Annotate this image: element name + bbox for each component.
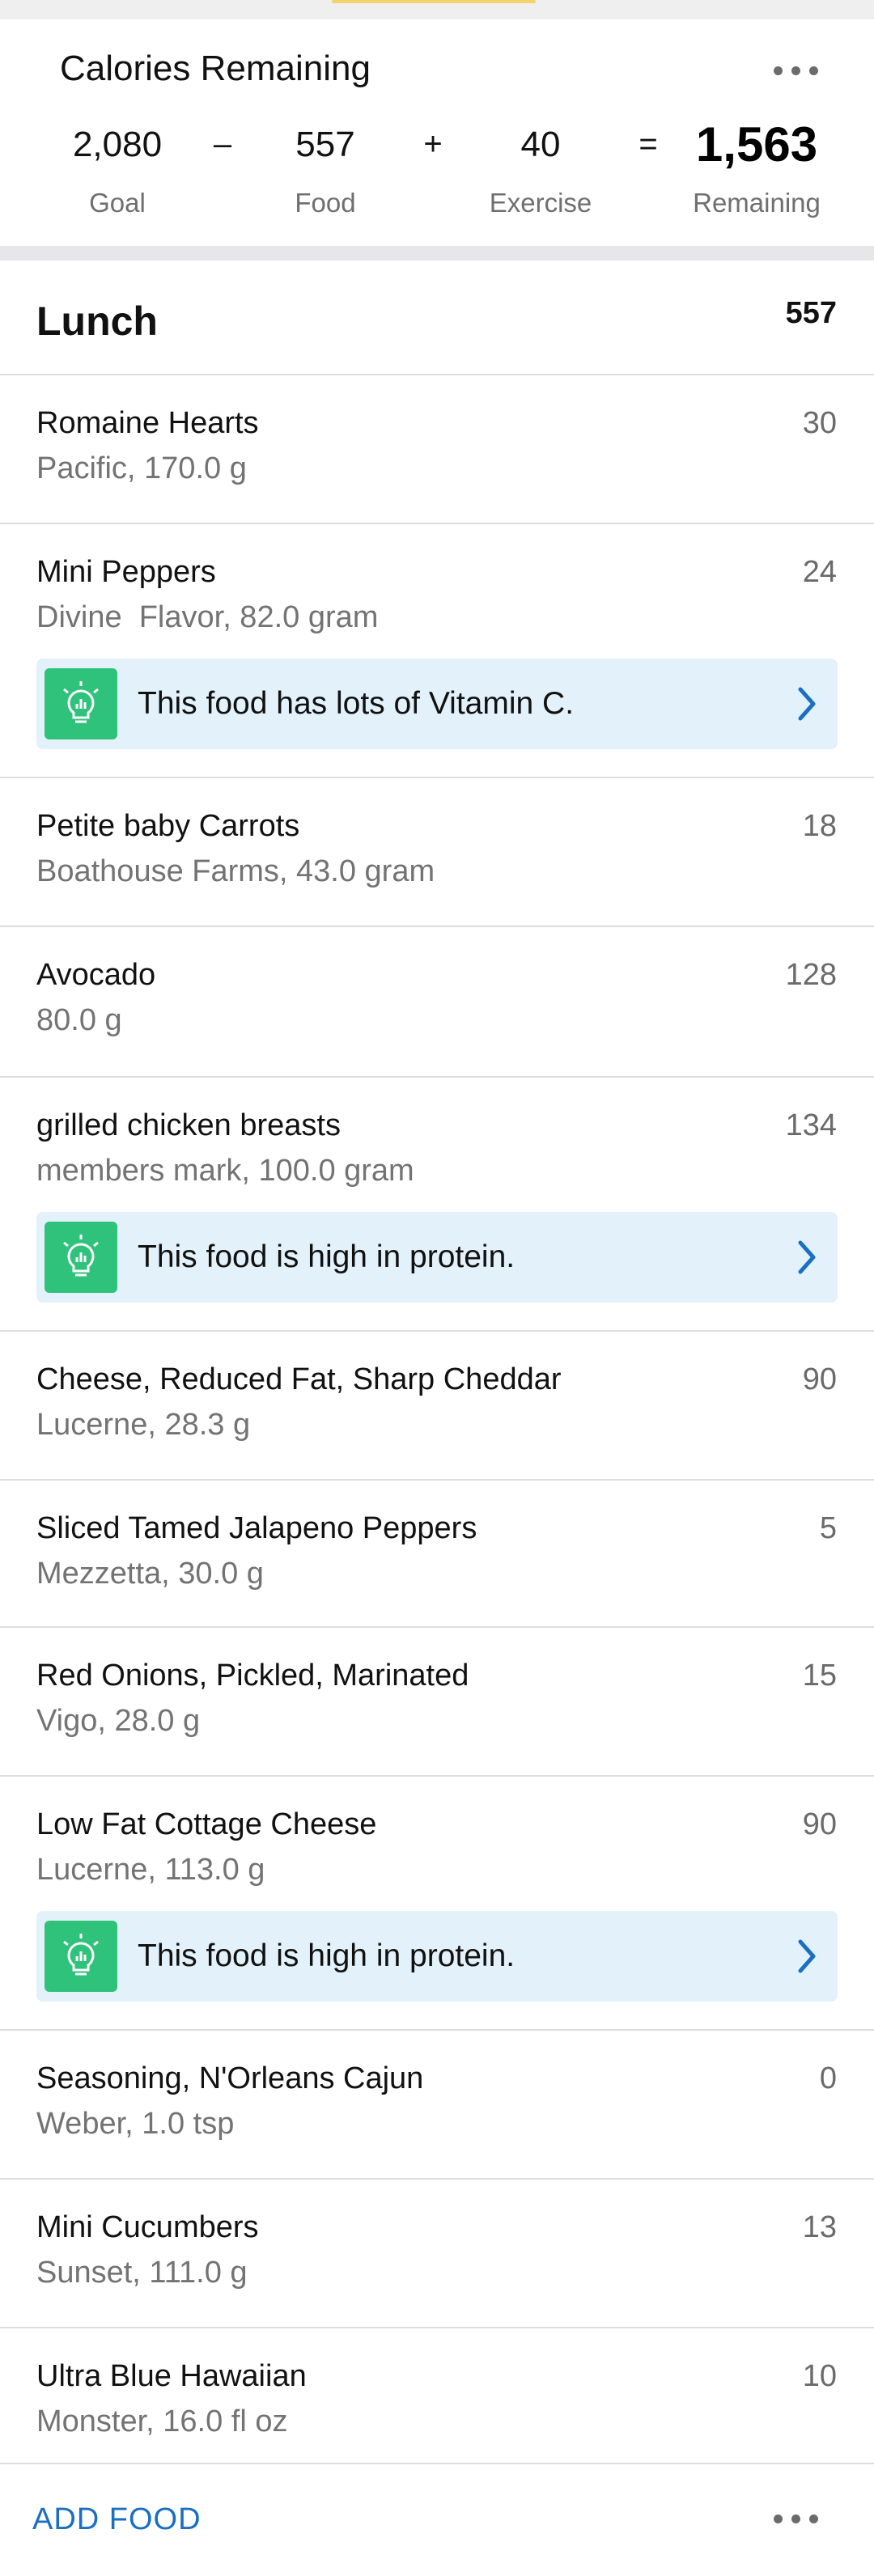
food-row[interactable]: Mini Cucumbers Sunset, 111.0 g 13 [0,2180,874,2328]
food-detail: Weber, 1.0 tsp [36,2107,235,2141]
food-calories: 134 [785,1108,837,1142]
food-name: Ultra Blue Hawaiian [36,2359,307,2393]
food-detail: 80.0 g [36,1003,122,1037]
food-calories: 15 [802,1659,837,1693]
food-label: Food [295,188,356,218]
nutrition-tip-banner[interactable]: This food is high in protein. [36,1911,838,2002]
food-calories: 90 [802,1807,837,1841]
food-detail: Monster, 16.0 fl oz [36,2404,288,2438]
food-row[interactable]: Low Fat Cottage Cheese Lucerne, 113.0 g … [0,1777,874,2031]
chevron-right-icon [798,687,816,721]
calories-remaining-card: Calories Remaining 2,080 Goal – 557 Food… [0,19,874,246]
food-detail: Mezzetta, 30.0 g [36,1557,264,1591]
food-detail: Boathouse Farms, 43.0 gram [36,854,435,888]
food-name: Seasoning, N'Orleans Cajun [36,2061,424,2095]
card-title: Calories Remaining [60,49,371,88]
meal-section-lunch: Lunch 557 Romaine Hearts Pacific, 170.0 … [0,261,874,2576]
food-name: Romaine Hearts [36,406,259,440]
food-row[interactable]: Romaine Hearts Pacific, 170.0 g 30 [0,375,874,524]
more-options-icon[interactable] [774,66,819,83]
add-food-button[interactable]: ADD FOOD [32,2502,202,2537]
equals-sign: = [639,126,658,162]
food-calories: 128 [785,958,837,992]
lightbulb-insight-icon [45,1222,117,1293]
food-name: Sliced Tamed Jalapeno Peppers [36,1511,477,1545]
plus-sign: + [423,126,443,162]
food-row[interactable]: Mini Peppers Divine Flavor, 82.0 gram 24… [0,524,874,778]
food-row[interactable]: Petite baby Carrots Boathouse Farms, 43.… [0,778,874,927]
meal-calories: 557 [785,296,837,330]
food-calories: 90 [802,1362,837,1396]
food-calories: 18 [802,809,837,843]
remaining-value: 1,563 [695,117,818,172]
food-calories: 24 [802,555,837,589]
more-options-icon[interactable] [774,2515,819,2531]
lightbulb-insight-icon [45,1921,117,1992]
food-name: Cheese, Reduced Fat, Sharp Cheddar [36,1362,562,1396]
meal-footer: ADD FOOD [0,2464,874,2576]
food-detail: members mark, 100.0 gram [36,1154,414,1188]
exercise-value: 40 [520,125,561,164]
tip-text: This food is high in protein. [138,1938,515,1973]
food-detail: Vigo, 28.0 g [36,1704,201,1738]
nutrition-tip-banner[interactable]: This food has lots of Vitamin C. [36,659,838,749]
tip-text: This food is high in protein. [138,1239,515,1274]
remaining-label: Remaining [693,188,821,218]
food-row[interactable]: grilled chicken breasts members mark, 10… [0,1078,874,1332]
food-name: Mini Cucumbers [36,2210,259,2244]
tip-text: This food has lots of Vitamin C. [138,686,575,721]
goal-value: 2,080 [72,125,163,164]
food-row[interactable]: Ultra Blue Hawaiian Monster, 16.0 fl oz … [0,2328,874,2464]
chevron-right-icon [798,1240,816,1274]
food-detail: Lucerne, 113.0 g [36,1853,265,1887]
food-detail: Divine Flavor, 82.0 gram [36,600,379,634]
food-detail: Pacific, 170.0 g [36,451,247,485]
food-name: Petite baby Carrots [36,809,300,843]
food-row[interactable]: Red Onions, Pickled, Marinated Vigo, 28.… [0,1628,874,1777]
food-row[interactable]: Seasoning, N'Orleans Cajun Weber, 1.0 ts… [0,2031,874,2180]
goal-label: Goal [89,188,146,218]
section-divider [0,246,874,261]
food-calories: 30 [802,406,837,440]
food-calories: 0 [819,2061,837,2095]
food-detail: Lucerne, 28.3 g [36,1408,251,1442]
food-detail: Sunset, 111.0 g [36,2256,248,2290]
food-name: Mini Peppers [36,555,216,589]
food-calories: 13 [802,2210,837,2244]
food-name: Low Fat Cottage Cheese [36,1807,377,1841]
exercise-label: Exercise [489,188,592,218]
minus-sign: – [213,126,232,162]
nutrition-tip-banner[interactable]: This food is high in protein. [36,1212,838,1303]
drag-handle [332,0,536,3]
lightbulb-insight-icon [45,668,117,739]
food-name: grilled chicken breasts [36,1108,341,1142]
meal-header[interactable]: Lunch 557 [0,261,874,375]
meal-name: Lunch [36,299,158,344]
food-name: Red Onions, Pickled, Marinated [36,1659,469,1693]
food-row[interactable]: Avocado 80.0 g 128 [0,927,874,1078]
food-calories: 5 [819,1511,837,1545]
food-calories: 10 [802,2359,837,2393]
top-strip [0,0,874,19]
chevron-right-icon [798,1939,816,1973]
food-name: Avocado [36,958,156,992]
food-row[interactable]: Sliced Tamed Jalapeno Peppers Mezzetta, … [0,1481,874,1628]
food-row[interactable]: Cheese, Reduced Fat, Sharp Cheddar Lucer… [0,1332,874,1481]
food-value: 557 [295,125,355,164]
